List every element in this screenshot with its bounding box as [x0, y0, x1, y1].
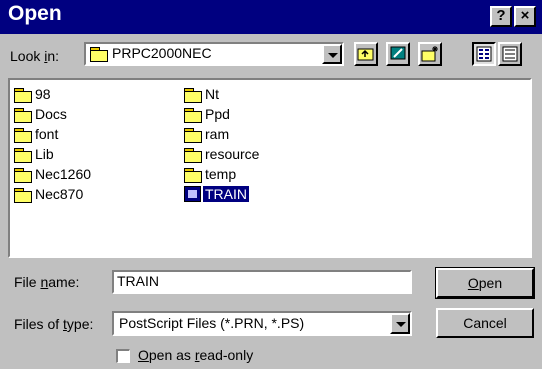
- desktop-icon: [390, 46, 406, 60]
- list-view-icon: [476, 46, 492, 62]
- list-item[interactable]: 98: [14, 84, 51, 104]
- file-list[interactable]: 98 Docs font Lib Nec1260 Nec870 Nt Ppd r…: [8, 78, 532, 258]
- new-folder-button[interactable]: [418, 42, 442, 66]
- desktop-button[interactable]: [386, 42, 410, 66]
- folder-icon: [14, 147, 32, 163]
- list-item[interactable]: Ppd: [184, 104, 230, 124]
- open-folder-icon: [90, 47, 108, 62]
- chevron-down-icon[interactable]: [322, 44, 342, 64]
- up-folder-icon: [357, 48, 374, 61]
- look-in-dropdown[interactable]: PRPC2000NEC: [84, 42, 344, 66]
- file-name-label: File name:: [14, 274, 80, 290]
- folder-icon: [14, 87, 32, 103]
- folder-icon: [184, 127, 202, 143]
- list-item[interactable]: Docs: [14, 104, 67, 124]
- details-view-icon: [502, 46, 518, 62]
- list-item[interactable]: font: [14, 124, 58, 144]
- list-item[interactable]: Nt: [184, 84, 219, 104]
- read-only-checkbox[interactable]: [116, 349, 130, 363]
- folder-icon: [184, 87, 202, 103]
- folder-icon: [184, 167, 202, 183]
- look-in-label: Look in:: [10, 48, 60, 64]
- file-name-input[interactable]: TRAIN: [112, 270, 412, 294]
- folder-icon: [184, 107, 202, 123]
- read-only-label: Open as read-only: [138, 347, 254, 363]
- close-button[interactable]: ×: [514, 6, 536, 27]
- open-button[interactable]: Open: [435, 267, 535, 299]
- up-one-level-button[interactable]: [354, 42, 378, 66]
- folder-icon: [14, 167, 32, 183]
- file-type-dropdown[interactable]: PostScript Files (*.PRN, *.PS): [112, 311, 412, 336]
- list-item[interactable]: resource: [184, 144, 259, 164]
- cancel-button[interactable]: Cancel: [436, 308, 534, 338]
- new-folder-icon: [421, 46, 438, 62]
- list-item[interactable]: temp: [184, 164, 236, 184]
- list-item[interactable]: Nec1260: [14, 164, 91, 184]
- list-item[interactable]: ram: [184, 124, 229, 144]
- help-button[interactable]: ?: [490, 6, 512, 27]
- details-view-button[interactable]: [498, 42, 522, 66]
- folder-icon: [184, 147, 202, 163]
- folder-icon: [14, 127, 32, 143]
- folder-icon: [14, 107, 32, 123]
- chevron-down-icon[interactable]: [390, 313, 410, 334]
- list-view-button[interactable]: [472, 42, 496, 66]
- list-item-selected[interactable]: TRAIN: [184, 184, 249, 204]
- list-item[interactable]: Nec870: [14, 184, 83, 204]
- list-item[interactable]: Lib: [14, 144, 54, 164]
- folder-icon: [14, 187, 32, 203]
- title-bar[interactable]: Open ? ×: [0, 0, 542, 34]
- look-in-value: PRPC2000NEC: [112, 45, 212, 61]
- file-type-label: Files of type:: [14, 316, 94, 332]
- dialog-title: Open: [8, 2, 62, 25]
- postscript-file-icon: [184, 186, 201, 202]
